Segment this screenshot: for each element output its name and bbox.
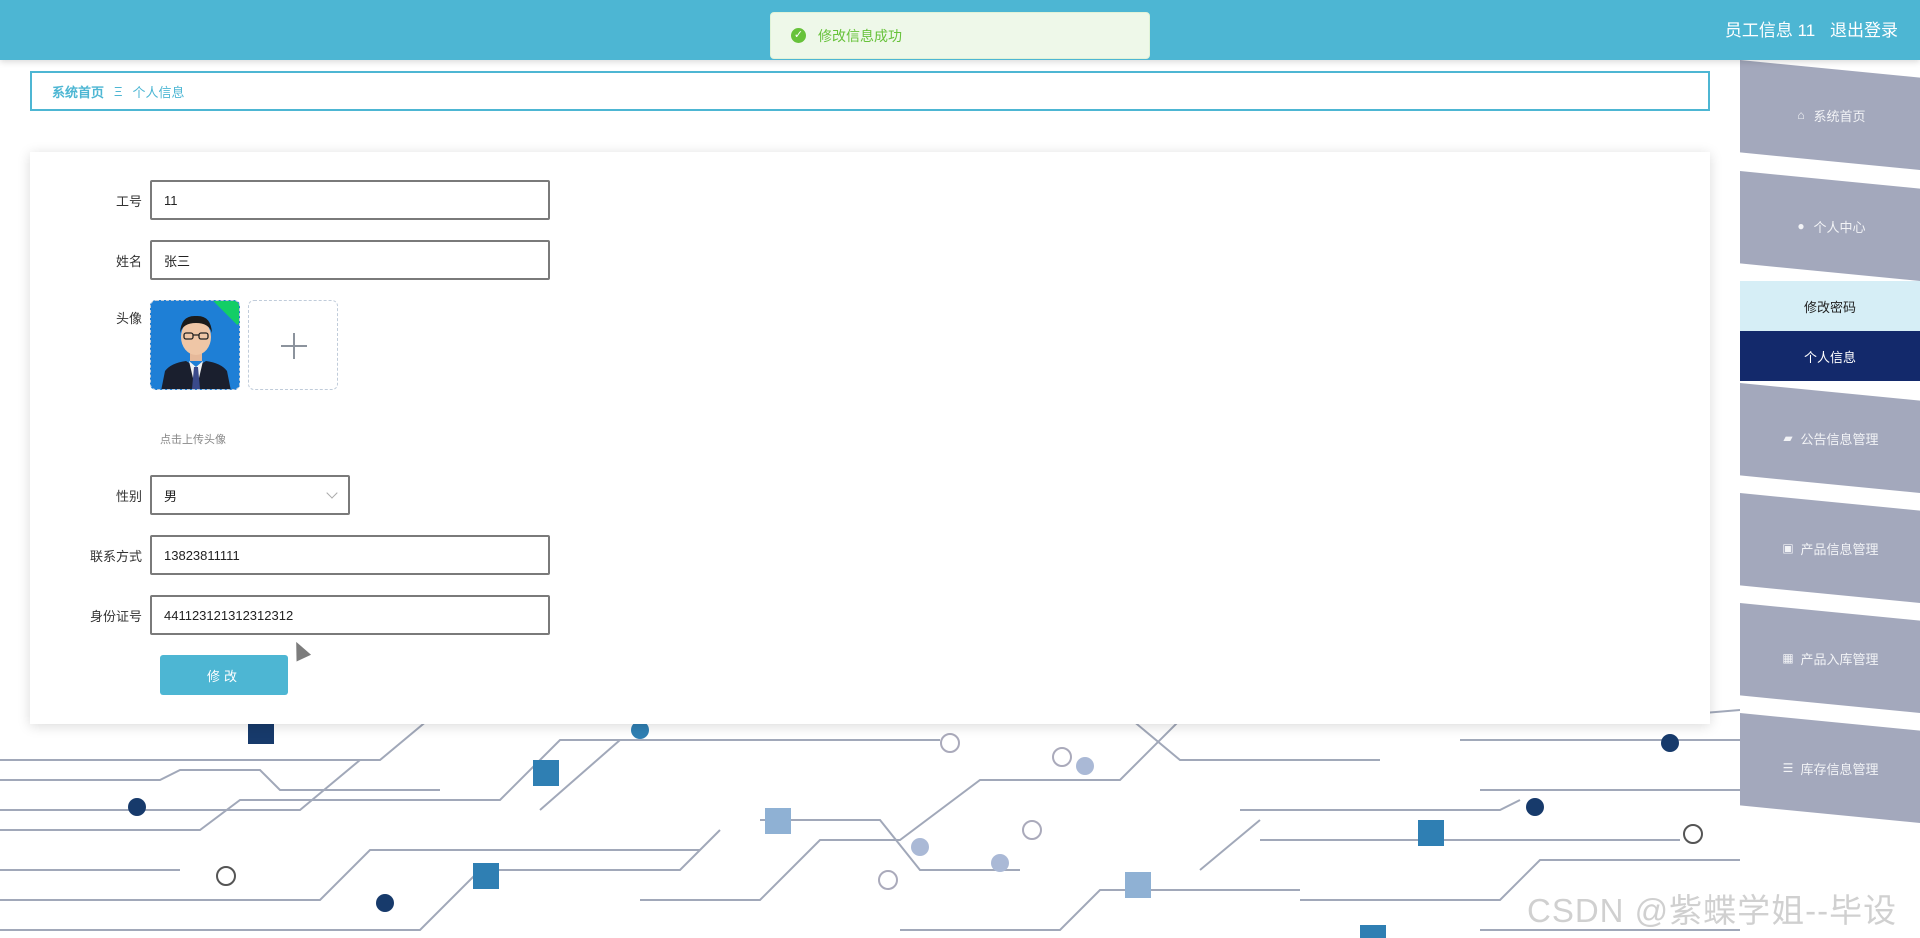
grid-icon: ▦ xyxy=(1782,650,1794,665)
header-user-area: 员工信息 11 退出登录 xyxy=(1725,0,1898,60)
sidebar-item-label: 个人中心 xyxy=(1813,219,1866,235)
success-toast: ✓ 修改信息成功 xyxy=(770,12,1150,59)
avatar-image[interactable] xyxy=(150,300,240,390)
employee-id-input[interactable]: 11 xyxy=(150,180,550,220)
right-sidebar-menu: ⌂ 系统首页 ● 个人中心 修改密码 个人信息 ▰ 公告信息管理 ▣ 产品信息管… xyxy=(1740,60,1920,938)
avatar-upload-hint: 点击上传头像 xyxy=(160,434,226,446)
breadcrumb-current: 个人信息 xyxy=(132,84,185,100)
sidebar-item-label: 修改密码 xyxy=(1803,299,1856,315)
briefcase-icon: ▣ xyxy=(1782,540,1794,555)
name-label: 姓名 xyxy=(115,253,142,269)
gender-select[interactable]: 男 xyxy=(150,475,350,515)
announcement-icon: ▰ xyxy=(1783,430,1793,445)
profile-form-card: 工号 11 姓名 张三 头像 点击上传头像 性别 男 联系方式 13823811… xyxy=(30,152,1710,724)
list-icon: ☰ xyxy=(1782,760,1794,775)
sidebar-item-home[interactable]: ⌂ 系统首页 xyxy=(1740,60,1920,170)
user-icon: ● xyxy=(1797,218,1805,233)
sidebar-item-announcements[interactable]: ▰ 公告信息管理 xyxy=(1740,383,1920,493)
circuit-background xyxy=(0,709,1740,938)
chevron-down-icon xyxy=(326,487,338,499)
gender-label: 性别 xyxy=(115,488,142,504)
sidebar-item-label: 系统首页 xyxy=(1813,108,1866,124)
sidebar-item-stock-in[interactable]: ▦ 产品入库管理 xyxy=(1740,603,1920,713)
breadcrumb: 系统首页 Ξ 个人信息 xyxy=(30,71,1710,111)
home-icon: ⌂ xyxy=(1797,107,1805,122)
sidebar-item-label: 产品信息管理 xyxy=(1800,541,1879,557)
sidebar-item-personal-center[interactable]: ● 个人中心 xyxy=(1740,171,1920,281)
breadcrumb-separator: Ξ xyxy=(114,83,123,99)
watermark-text: CSDN @紫蝶学姐--毕设 xyxy=(1527,892,1898,929)
sidebar-item-label: 库存信息管理 xyxy=(1800,761,1879,777)
employee-id-row: 工号 11 xyxy=(30,180,550,220)
id-card-input[interactable]: 441123121312312312 xyxy=(150,595,550,635)
submit-modify-button[interactable]: 修改 xyxy=(160,655,288,695)
id-card-label: 身份证号 xyxy=(89,608,142,624)
toast-message: 修改信息成功 xyxy=(818,27,902,44)
sidebar-item-change-password[interactable]: 修改密码 xyxy=(1740,281,1920,331)
sidebar-item-label: 个人信息 xyxy=(1803,349,1856,365)
gender-selected-value: 男 xyxy=(164,488,178,504)
phone-row: 联系方式 13823811111 xyxy=(30,535,550,575)
name-input[interactable]: 张三 xyxy=(150,240,550,280)
logout-link[interactable]: 退出登录 xyxy=(1830,21,1898,40)
sidebar-item-inventory[interactable]: ☰ 库存信息管理 xyxy=(1740,713,1920,823)
gender-row: 性别 男 xyxy=(30,475,350,515)
sidebar-item-label: 产品入库管理 xyxy=(1800,651,1879,667)
sidebar-item-products[interactable]: ▣ 产品信息管理 xyxy=(1740,493,1920,603)
success-check-icon: ✓ xyxy=(791,28,806,43)
sidebar-item-personal-info[interactable]: 个人信息 xyxy=(1740,331,1920,381)
id-card-row: 身份证号 441123121312312312 xyxy=(30,595,550,635)
breadcrumb-home-link[interactable]: 系统首页 xyxy=(52,82,104,101)
avatar-upload-button[interactable] xyxy=(248,300,338,390)
current-user-label: 员工信息 11 xyxy=(1724,21,1816,40)
employee-id-label: 工号 xyxy=(115,193,142,209)
sidebar-item-label: 公告信息管理 xyxy=(1800,431,1879,447)
name-row: 姓名 张三 xyxy=(30,240,550,280)
avatar-label: 头像 xyxy=(115,311,142,326)
avatar-row: 头像 xyxy=(30,300,338,390)
phone-input[interactable]: 13823811111 xyxy=(150,535,550,575)
phone-label: 联系方式 xyxy=(89,548,142,564)
